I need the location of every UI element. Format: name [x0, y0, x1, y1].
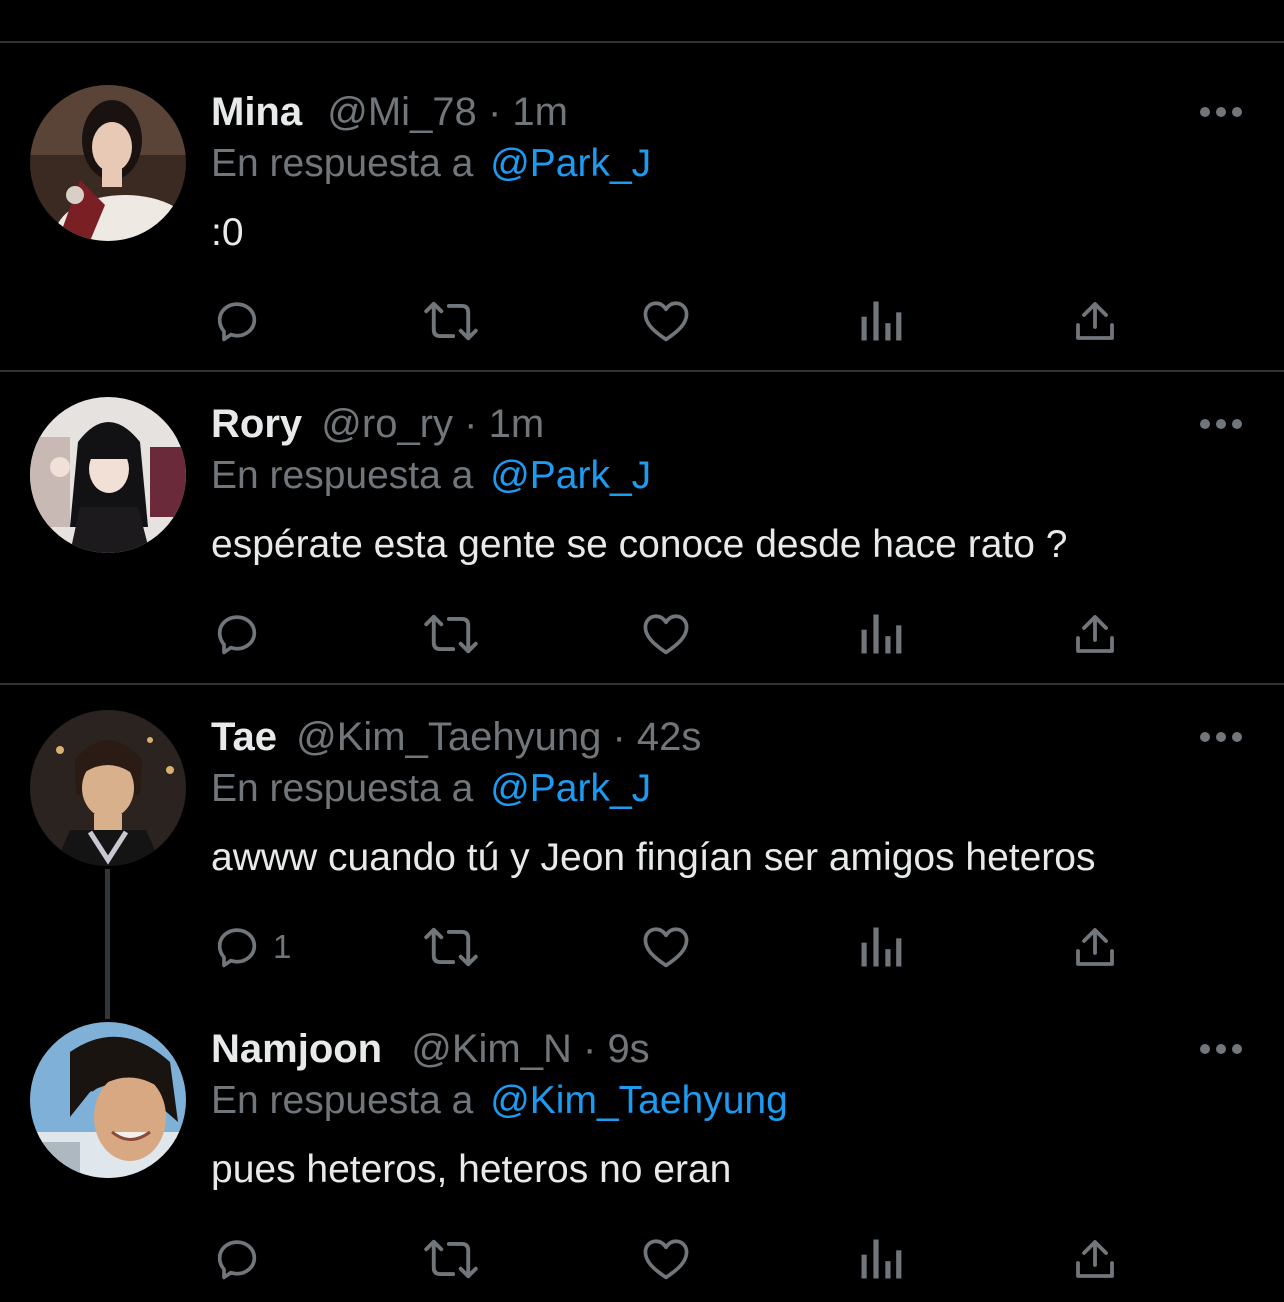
- reply-prefix: En respuesta a: [211, 767, 474, 810]
- avatar[interactable]: [30, 85, 186, 241]
- tweet-actions: 1: [211, 919, 1211, 975]
- tweet-text: :0: [211, 211, 244, 254]
- timestamp[interactable]: 42s: [637, 715, 702, 759]
- like-button[interactable]: [639, 293, 693, 349]
- retweet-button[interactable]: [423, 293, 479, 349]
- separator-dot: ·: [612, 715, 637, 759]
- reply-button[interactable]: [211, 1231, 273, 1287]
- views-button[interactable]: [859, 1231, 903, 1287]
- display-name[interactable]: Namjoon: [211, 1027, 382, 1071]
- tweet-header: Mina @Mi_78 · 1m: [211, 88, 568, 136]
- reply-prefix: En respuesta a: [211, 142, 474, 185]
- share-button[interactable]: [1071, 606, 1119, 662]
- reply-button[interactable]: [211, 293, 273, 349]
- reply-mention-link[interactable]: @Park_J: [490, 454, 651, 497]
- tweet-text: pues heteros, heteros no eran: [211, 1148, 732, 1191]
- more-dots-icon[interactable]: [1196, 722, 1246, 752]
- reply-mention-link[interactable]: @Kim_Taehyung: [490, 1079, 788, 1122]
- tweet-text: awww cuando tú y Jeon fingían ser amigos…: [211, 836, 1096, 879]
- user-handle[interactable]: @Kim_Taehyung: [296, 715, 601, 759]
- heart-icon: [643, 614, 689, 655]
- share-upload-icon: [1076, 615, 1114, 653]
- reply-bubble-icon: [217, 302, 257, 342]
- display-name[interactable]: Tae: [211, 715, 277, 759]
- reply-bubble-icon: [217, 1240, 257, 1280]
- more-dots-icon[interactable]: [1196, 97, 1246, 127]
- user-handle[interactable]: @Kim_N: [411, 1027, 572, 1071]
- user-handle[interactable]: @ro_ry: [321, 402, 453, 446]
- reply-count: 1: [273, 928, 292, 965]
- tweet-text: espérate esta gente se conoce desde hace…: [211, 523, 1068, 566]
- retweet-arrows-icon: [424, 301, 478, 341]
- like-button[interactable]: [639, 919, 693, 975]
- share-button[interactable]: [1071, 919, 1119, 975]
- retweet-button[interactable]: [423, 1231, 479, 1287]
- tweet-actions: [211, 1231, 1211, 1287]
- avatar[interactable]: [30, 1022, 186, 1178]
- share-upload-icon: [1076, 302, 1114, 340]
- reply-context: En respuesta a @Park_J: [211, 452, 651, 500]
- timestamp[interactable]: 1m: [489, 402, 545, 446]
- more-dots-icon[interactable]: [1196, 1034, 1246, 1064]
- share-upload-icon: [1076, 1240, 1114, 1278]
- reply-mention-link[interactable]: @Park_J: [490, 142, 651, 185]
- avatar[interactable]: [30, 710, 186, 866]
- reply-prefix: En respuesta a: [211, 454, 474, 497]
- views-button[interactable]: [859, 293, 903, 349]
- retweet-button[interactable]: [423, 919, 479, 975]
- analytics-bars-icon: [861, 1239, 902, 1279]
- display-name[interactable]: Rory: [211, 402, 302, 446]
- timestamp[interactable]: 9s: [607, 1027, 649, 1071]
- timestamp[interactable]: 1m: [512, 90, 568, 134]
- retweet-arrows-icon: [424, 614, 478, 654]
- heart-icon: [643, 1239, 689, 1280]
- reply-button[interactable]: 1: [211, 919, 291, 975]
- separator-dot: ·: [583, 1027, 608, 1071]
- share-upload-icon: [1076, 928, 1114, 966]
- reply-button[interactable]: [211, 606, 273, 662]
- tweet-header: Tae @Kim_Taehyung · 42s: [211, 713, 701, 761]
- reply-context: En respuesta a @Kim_Taehyung: [211, 1077, 788, 1125]
- retweet-arrows-icon: [424, 1239, 478, 1279]
- avatar[interactable]: [30, 397, 186, 553]
- heart-icon: [643, 301, 689, 342]
- tweet-header: Rory @ro_ry · 1m: [211, 400, 544, 448]
- analytics-bars-icon: [861, 614, 902, 654]
- tweet-actions: [211, 293, 1211, 349]
- more-dots-icon[interactable]: [1196, 409, 1246, 439]
- tweet-rory[interactable]: Rory @ro_ry · 1m En respuesta a @Park_J …: [0, 372, 1284, 685]
- like-button[interactable]: [639, 1231, 693, 1287]
- analytics-bars-icon: [861, 301, 902, 341]
- reply-context: En respuesta a @Park_J: [211, 765, 651, 813]
- tweet-tae[interactable]: Tae @Kim_Taehyung · 42s En respuesta a @…: [0, 685, 1284, 1019]
- reply-context: En respuesta a @Park_J: [211, 140, 651, 188]
- tweet-header: Namjoon @Kim_N · 9s: [211, 1025, 650, 1073]
- retweet-button[interactable]: [423, 606, 479, 662]
- analytics-bars-icon: [861, 927, 902, 967]
- reply-prefix: En respuesta a: [211, 1079, 474, 1122]
- share-button[interactable]: [1071, 293, 1119, 349]
- views-button[interactable]: [859, 919, 903, 975]
- views-button[interactable]: [859, 606, 903, 662]
- separator-dot: ·: [487, 90, 513, 134]
- share-button[interactable]: [1071, 1231, 1119, 1287]
- reply-mention-link[interactable]: @Park_J: [490, 767, 651, 810]
- tweet-namjoon[interactable]: Namjoon @Kim_N · 9s En respuesta a @Kim_…: [0, 997, 1284, 1302]
- display-name[interactable]: Mina: [211, 90, 302, 134]
- heart-icon: [643, 927, 689, 968]
- tweet-actions: [211, 606, 1211, 662]
- retweet-arrows-icon: [424, 927, 478, 967]
- reply-bubble-icon: [217, 928, 257, 968]
- reply-bubble-icon: [217, 615, 257, 655]
- tweet-mina[interactable]: Mina @Mi_78 · 1m En respuesta a @Park_J …: [0, 43, 1284, 372]
- like-button[interactable]: [639, 606, 693, 662]
- separator-dot: ·: [464, 402, 489, 446]
- user-handle[interactable]: @Mi_78: [327, 90, 477, 134]
